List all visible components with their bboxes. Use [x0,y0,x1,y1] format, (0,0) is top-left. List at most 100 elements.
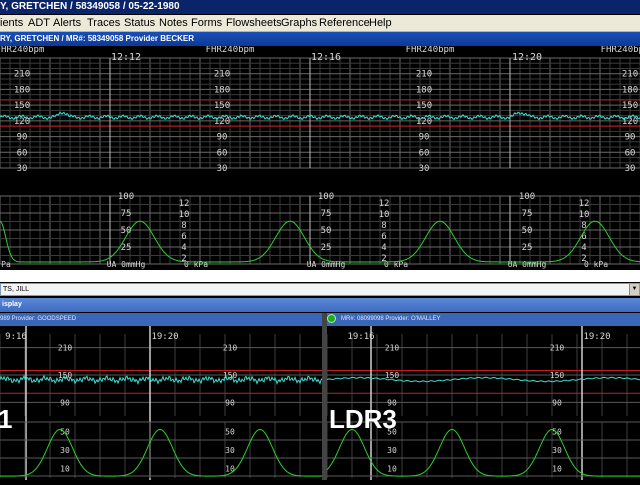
menu-status[interactable]: Status [124,15,155,31]
fhr-tick-label: 210 [385,344,400,353]
fhr-tick-label: 60 [419,148,430,158]
menu-flowsheets[interactable]: Flowsheets [226,15,282,31]
provider-filter[interactable]: TS, JILL ▼ [0,283,640,296]
bed-panel-right[interactable]: 19:16 19:20 210 150 90 210 150 90 50 30 10 50 30 10 L… [326,326,640,480]
patient-info: RY, GRETCHEN / MR#: 58349058 Provider BE… [0,34,194,43]
fhr-tick-label: 90 [17,133,28,143]
menu-graphs[interactable]: Graphs [281,15,317,31]
fhr-tick-label: 90 [419,133,430,143]
bed-strip-left: 9:16 19:202101509021015090503010503010 [0,326,323,480]
menu-traces[interactable]: Traces [87,15,120,31]
panel-header-right-text: MR#: 08099098 Provider: O'MALLEY [341,316,441,322]
menu-bar: ients ADT Alerts Traces Status Notes For… [0,15,640,32]
fhr-tick-label: 150 [385,371,400,380]
ua-tick-label: 75 [522,209,533,219]
panel-header-left-text: 989 Provider: GOODSPEED [0,316,77,322]
ua-tick-label: 50 [321,226,332,236]
window-title-bar: Y, GRETCHEN / 58349058 / 05-22-1980 [0,0,640,14]
kpa-tick-label: 10 [179,210,190,220]
fhr-tick-label: 210 [416,70,432,80]
ua-tick-label: 50 [225,427,235,436]
menu-forms[interactable]: Forms [191,15,222,31]
kpa-tick-label: 6 [181,232,186,242]
ua-tick-label: 10 [225,465,235,474]
time-label: 19:20 [583,332,610,342]
ua-tick-label: 25 [522,243,533,253]
ua-tick-label: 10 [60,465,70,474]
fhr-tick-label: 30 [625,164,636,174]
menu-notes[interactable]: Notes [159,15,188,31]
fhr-tick-label: 180 [416,85,432,95]
fhr-tick-label: 90 [552,398,562,407]
ua-tick-label: 100 [118,192,134,202]
status-ok-icon [327,314,336,323]
fhr-tick-label: 90 [217,133,228,143]
ua-trace [326,428,640,477]
fhr-tick-label: 150 [14,101,30,111]
menu-alerts[interactable]: Alerts [53,15,81,31]
kpa-tick-label: 12 [579,199,590,209]
kpa-tick-label: 12 [179,199,190,209]
fhr-tick-label: 60 [625,148,636,158]
menu-adt[interactable]: ADT [28,15,50,31]
kpa-tick-label: 10 [579,210,590,220]
fhr-scale-label: FHR240bpm [406,46,455,55]
fhr-tick-label: 90 [625,133,636,143]
fhr-tick-label: 180 [14,85,30,95]
fetal-strip-chart: FHR240bpm FHR240bpm FHR240bpm FHR240bpm 12:1… [0,45,640,269]
ua-tick-label: 25 [321,243,332,253]
display-label: isplay [2,301,22,308]
time-label: 12:16 [311,52,341,63]
fhr-scale-label: FHR240bpm [0,46,44,55]
bed-panel-left[interactable]: 9:16 19:20 210 150 90 210 150 90 50 30 10 50 30 10 1 [0,326,323,480]
time-label: 19:16 [347,332,374,342]
panel-header-left[interactable]: 989 Provider: GOODSPEED [0,313,322,326]
kpa-tick-label: 10 [379,210,390,220]
menu-help[interactable]: Help [369,15,392,31]
fhr-tick-label: 150 [550,371,565,380]
chevron-down-icon[interactable]: ▼ [629,284,639,295]
menu-patients[interactable]: ients [0,15,23,31]
ua-tick-label: 30 [225,446,235,455]
ua-tick-label: 10 [387,465,397,474]
ua-unit-label: UA 0mmHg [107,260,146,269]
bed-label-left: 1 [0,404,13,434]
time-label: 12:20 [512,52,542,63]
separator [0,270,640,282]
kpa-unit-label: 0 kPa [584,260,608,269]
ua-unit-label: UA 0mmHg [508,260,547,269]
fhr-tick-label: 150 [622,101,638,111]
bed-label-right: LDR3 [329,404,397,434]
kpa-tick-label: 12 [379,199,390,209]
fhr-tick-label: 60 [17,148,28,158]
fhr-tick-label: 60 [217,148,228,158]
fhr-tick-label: 30 [217,164,228,174]
ua-tick-label: 75 [321,209,332,219]
fhr-scale-label: FHR240bpm [601,46,640,55]
ua-tick-label: 50 [522,226,533,236]
provider-filter-value: TS, JILL [3,286,30,293]
fhr-tick-label: 210 [550,344,565,353]
fhr-tick-label: 150 [214,101,230,111]
ua-tick-label: 30 [552,446,562,455]
fhr-tick-label: 150 [416,101,432,111]
patient-info-bar: RY, GRETCHEN / MR#: 58349058 Provider BE… [0,32,640,46]
fhr-tick-label: 30 [17,164,28,174]
fhr-tick-label: 210 [214,70,230,80]
kpa-tick-label: 4 [381,243,386,253]
fhr-trace [326,376,640,383]
fhr-tick-label: 180 [622,85,638,95]
ua-trace [0,428,322,477]
menu-reference[interactable]: Reference [319,15,370,31]
ua-tick-label: 30 [60,446,70,455]
ua-tick-label: 50 [552,427,562,436]
panel-header-right[interactable]: MR#: 08099098 Provider: O'MALLEY [326,313,640,326]
kpa-unit-label: Pa [1,260,11,269]
ua-tick-label: 100 [519,192,535,202]
fhr-scale-label: FHR240bpm [206,46,255,55]
fhr-tick-label: 210 [14,70,30,80]
fetal-strip-top[interactable]: FHR240bpm FHR240bpm FHR240bpm FHR240bpm 12:1… [0,45,640,270]
fhr-tick-label: 30 [419,164,430,174]
time-label: 12:12 [111,52,141,63]
ua-tick-label: 25 [121,243,132,253]
